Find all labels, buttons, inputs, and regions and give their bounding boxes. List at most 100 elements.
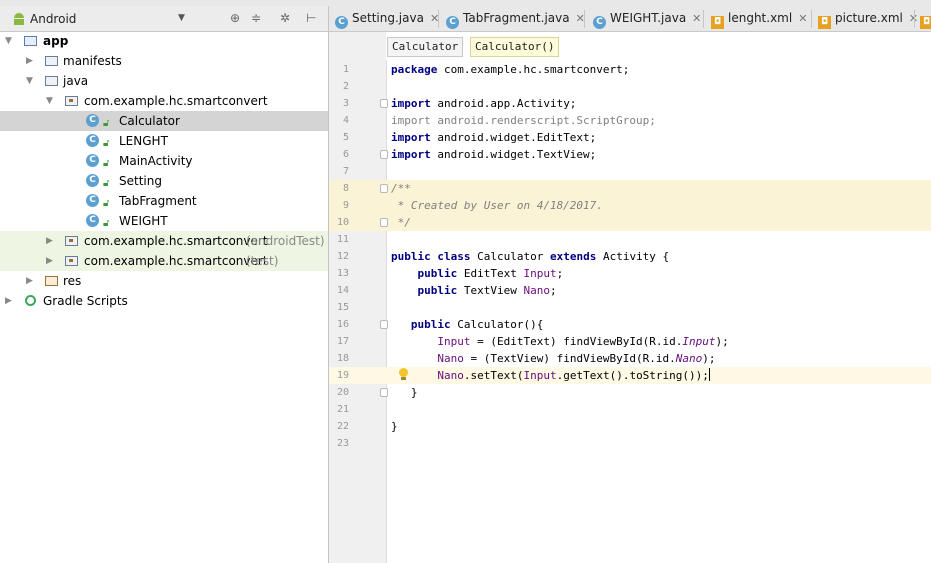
breadcrumb-class[interactable]: Calculator	[387, 37, 464, 57]
code-line[interactable]: 19 Nano.setText(Input.getText().toString…	[329, 367, 931, 384]
tree-item-gradle-scripts[interactable]: ▶ Gradle Scripts	[0, 291, 328, 311]
code-line[interactable]: 6 import android.widget.TextView;	[329, 146, 931, 163]
code-line[interactable]: 13 public EditText Input;	[329, 265, 931, 282]
tree-item-package-test[interactable]: ▶ com.example.hc.smartconvert (test)	[0, 251, 328, 271]
tree-item-package[interactable]: ▼ com.example.hc.smartconvert	[0, 91, 328, 111]
line-number: 20	[336, 387, 349, 398]
line-number: 5	[342, 132, 349, 143]
class-icon: C	[86, 154, 99, 167]
tab-setting-java[interactable]: C Setting.java ✕	[335, 6, 439, 31]
collapse-arrow-icon[interactable]: ▶	[46, 231, 53, 251]
tab-lenght-xml[interactable]: ◘ lenght.xml ✕	[711, 6, 807, 31]
close-icon[interactable]: ✕	[692, 12, 701, 25]
collapse-arrow-icon[interactable]: ▶	[46, 251, 53, 271]
tab-overflow[interactable]: ◘	[920, 6, 931, 31]
tree-label: com.example.hc.smartconvert	[84, 254, 268, 268]
tree-label: java	[63, 74, 89, 88]
code-line[interactable]: 20 }	[329, 384, 931, 401]
code-line[interactable]: 16 public Calculator(){	[329, 316, 931, 333]
code-editor[interactable]: Calculator Calculator() 1 package com.exa…	[329, 32, 931, 563]
line-number: 3	[342, 98, 349, 109]
project-view-selector[interactable]: Android	[30, 12, 76, 26]
code-line[interactable]: 2	[329, 78, 931, 95]
tree-item-manifests[interactable]: ▶ manifests	[0, 51, 328, 71]
code-line[interactable]: 10 */	[329, 214, 931, 231]
collapse-icon[interactable]: ≑	[251, 11, 261, 25]
fold-marker-icon[interactable]	[380, 150, 388, 159]
tree-item-weight[interactable]: C 🔓︎ WEIGHT	[0, 211, 328, 231]
fold-marker-icon[interactable]	[380, 320, 388, 329]
close-icon[interactable]: ✕	[798, 12, 807, 25]
code-line[interactable]: 8 /**	[329, 180, 931, 197]
fold-marker-icon[interactable]	[380, 99, 388, 108]
hide-panel-icon[interactable]: ⊢	[306, 11, 316, 25]
tree-item-app[interactable]: ▼ app	[0, 31, 328, 51]
folder-icon	[45, 56, 58, 66]
code-line[interactable]: 9 * Created by User on 4/18/2017.	[329, 197, 931, 214]
tree-item-package-androidtest[interactable]: ▶ com.example.hc.smartconvert (androidTe…	[0, 231, 328, 251]
code-line[interactable]: 5 import android.widget.EditText;	[329, 129, 931, 146]
code-line[interactable]: 12 public class Calculator extends Activi…	[329, 248, 931, 265]
line-number: 19	[336, 370, 349, 381]
xml-layout-icon: ◘	[818, 16, 831, 29]
code-line[interactable]: 4 import android.renderscript.ScriptGroup…	[329, 112, 931, 129]
line-number: 2	[342, 81, 349, 92]
code-line[interactable]: 22}	[329, 418, 931, 435]
code-line[interactable]: 3 import android.app.Activity;	[329, 95, 931, 112]
gear-icon[interactable]: ✲	[280, 11, 290, 25]
fold-marker-icon[interactable]	[380, 184, 388, 193]
tree-item-res[interactable]: ▶ res	[0, 271, 328, 291]
tree-label: manifests	[63, 54, 122, 68]
collapse-arrow-icon[interactable]: ▶	[5, 291, 12, 311]
collapse-arrow-icon[interactable]: ▶	[26, 51, 33, 71]
expand-arrow-icon[interactable]: ▼	[5, 31, 12, 51]
code-text: import android.renderscript.ScriptGroup;	[391, 114, 656, 127]
tree-label: LENGHT	[119, 134, 168, 148]
tree-label: app	[43, 34, 69, 48]
target-icon[interactable]: ⊕	[230, 11, 240, 25]
code-text: Input = (EditText) findViewById(R.id.Inp…	[437, 335, 729, 348]
tree-item-java[interactable]: ▼ java	[0, 71, 328, 91]
tab-weight-java[interactable]: C WEIGHT.java ✕	[593, 6, 701, 31]
code-text: public class Calculator extends Activity…	[391, 250, 670, 263]
expand-arrow-icon[interactable]: ▼	[26, 71, 33, 91]
tab-picture-xml[interactable]: ◘picture.xml✕	[818, 6, 918, 31]
tab-tabfragment-java[interactable]: C TabFragment.java ✕	[446, 6, 585, 31]
line-number: 6	[342, 149, 349, 160]
class-icon: C	[446, 16, 459, 29]
project-panel: Android ▼ ⊕ ≑ ✲ ⊢ ▼ app ▶ manifests ▼ ja…	[0, 6, 329, 563]
tree-item-setting[interactable]: C 🔓︎ Setting	[0, 171, 328, 191]
tab-divider	[811, 10, 812, 28]
tree-label: MainActivity	[119, 154, 193, 168]
tab-divider	[438, 10, 439, 28]
tree-item-lenght[interactable]: C 🔓︎ LENGHT	[0, 131, 328, 151]
line-number: 16	[336, 319, 349, 330]
chevron-down-icon[interactable]: ▼	[178, 13, 185, 23]
tab-divider	[703, 10, 704, 28]
tree-item-mainactivity[interactable]: C 🔓︎ MainActivity	[0, 151, 328, 171]
line-number: 15	[336, 302, 349, 313]
fold-marker-icon[interactable]	[380, 218, 388, 227]
line-number: 9	[342, 200, 349, 211]
code-line[interactable]: 23	[329, 435, 931, 452]
breadcrumb-method[interactable]: Calculator()	[470, 37, 560, 57]
code-text: * Created by User on 4/18/2017.	[391, 199, 603, 212]
code-line[interactable]: 14 public TextView Nano;	[329, 282, 931, 299]
fold-marker-icon[interactable]	[380, 388, 388, 397]
android-icon	[12, 12, 26, 25]
gradle-icon	[25, 295, 36, 306]
code-line[interactable]: 7	[329, 163, 931, 180]
package-icon	[65, 256, 78, 266]
tree-item-calculator[interactable]: C 🔓︎ Calculator	[0, 111, 328, 131]
line-number: 7	[342, 166, 349, 177]
tree-item-tabfragment[interactable]: C 🔓︎ TabFragment	[0, 191, 328, 211]
code-line[interactable]: 11	[329, 231, 931, 248]
code-line[interactable]: 1 package com.example.hc.smartconvert;	[329, 61, 931, 78]
code-line[interactable]: 15	[329, 299, 931, 316]
code-line[interactable]: 18 Nano = (TextView) findViewById(R.id.N…	[329, 350, 931, 367]
line-number: 14	[336, 285, 349, 296]
expand-arrow-icon[interactable]: ▼	[46, 91, 53, 111]
code-line[interactable]: 17 Input = (EditText) findViewById(R.id.…	[329, 333, 931, 350]
code-line[interactable]: 21	[329, 401, 931, 418]
collapse-arrow-icon[interactable]: ▶	[26, 271, 33, 291]
